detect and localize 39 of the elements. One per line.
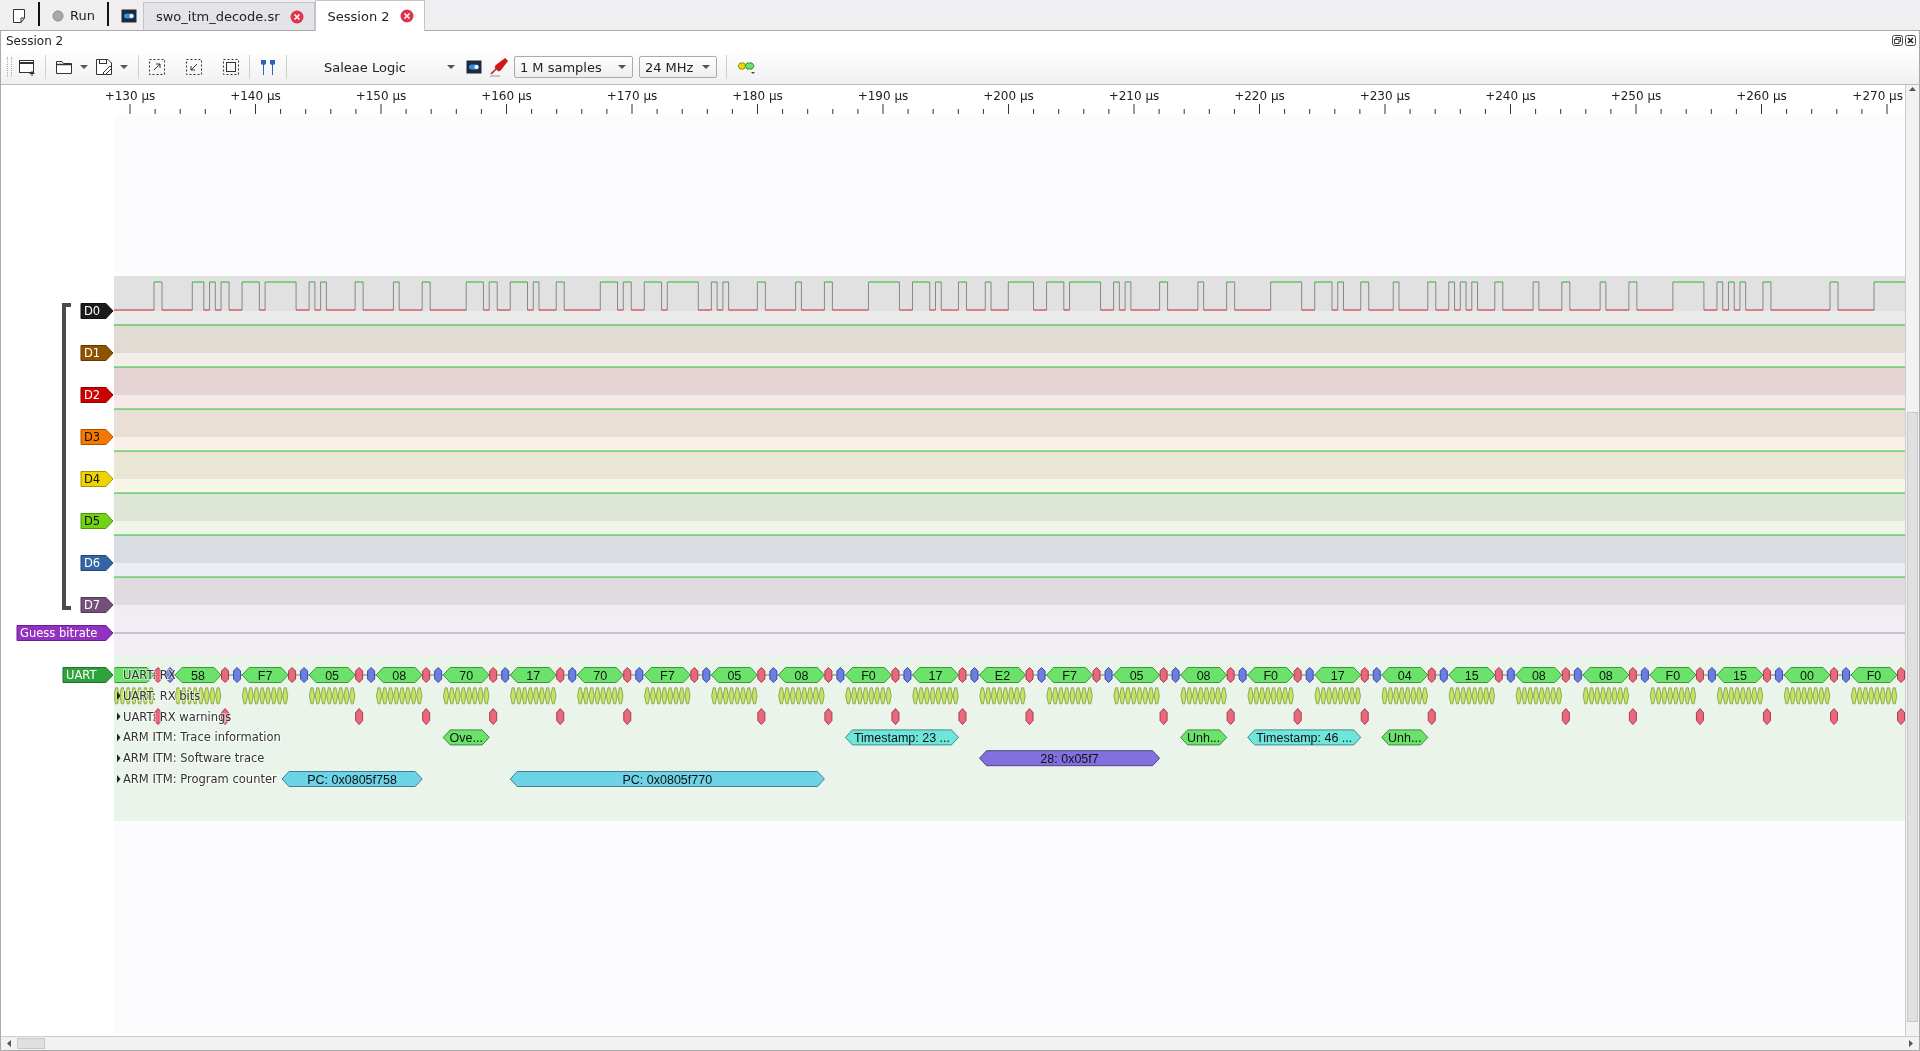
channel-tag[interactable]: D7 xyxy=(80,597,114,613)
channel-tag[interactable]: D1 xyxy=(80,345,114,361)
channel-tag[interactable]: D3 xyxy=(80,429,114,445)
decoder-tag[interactable]: Guess bitrate xyxy=(16,625,114,641)
time-label: +130 µs xyxy=(104,89,156,103)
time-label: +190 µs xyxy=(857,89,909,103)
annotation: 28: 0x05f7 xyxy=(979,750,1161,767)
panel-title: Session 2 xyxy=(6,33,64,48)
tab[interactable]: Session 2 xyxy=(314,0,425,31)
device-dropdown[interactable]: Saleae Logic xyxy=(296,54,460,80)
channel-tag[interactable]: D4 xyxy=(80,471,114,487)
row-label[interactable]: ARM ITM: Trace information xyxy=(123,730,281,745)
time-label: +180 µs xyxy=(732,89,783,103)
time-label: +210 µs xyxy=(1108,89,1160,103)
time-label: +240 µs xyxy=(1485,89,1536,103)
channel-tag[interactable]: D0 xyxy=(80,303,114,319)
tab[interactable]: swo_itm_decode.sr xyxy=(142,2,315,30)
time-label: +170 µs xyxy=(606,89,658,103)
row-label[interactable]: ARM ITM: Program counter xyxy=(123,772,277,786)
time-label: +150 µs xyxy=(355,89,407,103)
time-label: +260 µs xyxy=(1736,89,1787,103)
time-label: +230 µs xyxy=(1359,89,1411,103)
time-label: +270 µs xyxy=(1852,89,1903,103)
channel-tag[interactable]: D2 xyxy=(80,387,114,403)
time-label: +250 µs xyxy=(1610,89,1662,103)
time-label: +140 µs xyxy=(230,89,281,103)
channel-tag[interactable]: D5 xyxy=(80,513,114,529)
run-button[interactable]: Run xyxy=(46,1,101,30)
annotation: PC: 0x0805f770 xyxy=(509,771,825,787)
samplerate-combo[interactable]: 24 MHz xyxy=(638,56,717,78)
annotation: PC: 0x0805f758 xyxy=(281,771,423,787)
annotation: Timestamp: 23 ... xyxy=(844,729,959,746)
row-label[interactable]: ARM ITM: Software trace xyxy=(123,751,265,766)
time-label: +200 µs xyxy=(983,89,1034,103)
samples-combo[interactable]: 1 M samples xyxy=(513,56,633,78)
channel-tag[interactable]: D6 xyxy=(80,555,114,571)
annotation: Timestamp: 46 ... xyxy=(1247,729,1362,746)
time-label: +160 µs xyxy=(481,89,532,103)
time-label: +220 µs xyxy=(1234,89,1285,103)
